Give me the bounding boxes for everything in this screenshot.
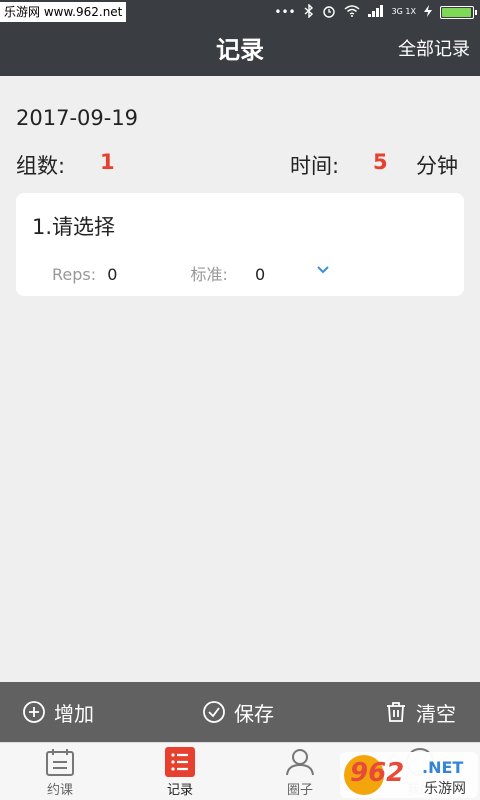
tab-records[interactable]: 记录 (120, 743, 240, 800)
chevron-down-icon[interactable] (316, 263, 330, 277)
status-bar: 乐游网 www.962.net ••• 3G 1X (0, 0, 480, 24)
site-watermark: 乐游网 www.962.net (0, 2, 127, 22)
battery-icon (440, 5, 477, 19)
exercise-card[interactable]: 1.请选择 Reps: 0 标准: 0 (16, 193, 464, 296)
time-label: 时间: (290, 154, 340, 178)
site-watermark-logo: 962 .NET 乐游网 (340, 752, 478, 798)
tab-label: 约课 (46, 783, 73, 798)
signal-icon (367, 4, 384, 20)
time-unit: 分钟 (416, 154, 458, 178)
bottom-tab-bar: 约课 记录 圈子 我的 962 .NET 乐游网 (0, 742, 480, 800)
summary-row: 组数: 1 时间: 5 分钟 (16, 150, 464, 180)
bluetooth-icon (304, 2, 314, 21)
reps-label: Reps: (52, 265, 97, 284)
calendar-icon (46, 749, 74, 776)
tab-courses[interactable]: 约课 (0, 743, 120, 800)
save-label: 保存 (234, 701, 274, 726)
sets-label: 组数: (16, 154, 66, 178)
clear-label: 清空 (416, 701, 456, 726)
trash-icon (387, 702, 405, 722)
list-icon (165, 747, 195, 777)
plus-circle-icon (23, 701, 45, 723)
clear-button[interactable]: 清空 (384, 682, 456, 742)
status-icons: ••• 3G 1X (274, 0, 477, 24)
charging-icon (424, 4, 432, 20)
main-content: 2017-09-19 组数: 1 时间: 5 分钟 1.请选择 Reps: 0 … (0, 76, 480, 682)
action-bar: 增加 保存 清空 (0, 682, 480, 742)
save-button[interactable]: 保存 (202, 682, 274, 742)
exercise-select[interactable]: 1.请选择 (32, 211, 115, 241)
alarm-icon (322, 4, 336, 21)
logo-net: .NET (422, 758, 464, 777)
add-label: 增加 (54, 701, 94, 726)
logo-number: 962 (350, 758, 405, 788)
tab-label: 记录 (166, 783, 193, 798)
standard-label: 标准: (190, 265, 228, 284)
sets-value: 1 (100, 150, 115, 174)
record-date[interactable]: 2017-09-19 (16, 106, 138, 130)
title-bar: 记录 全部记录 (0, 24, 480, 76)
time-value: 5 (373, 150, 388, 174)
people-icon (286, 749, 314, 776)
reps-value[interactable]: 0 (107, 265, 117, 284)
network-type: 3G 1X (391, 7, 416, 16)
exercise-meta: Reps: 0 标准: 0 (52, 261, 265, 285)
standard-value[interactable]: 0 (255, 265, 265, 284)
more-dots: ••• (274, 5, 296, 19)
logo-name: 乐游网 (424, 781, 466, 797)
add-button[interactable]: 增加 (22, 682, 94, 742)
all-records-link[interactable]: 全部记录 (398, 24, 470, 76)
check-circle-icon (203, 701, 225, 723)
wifi-icon (344, 4, 360, 20)
